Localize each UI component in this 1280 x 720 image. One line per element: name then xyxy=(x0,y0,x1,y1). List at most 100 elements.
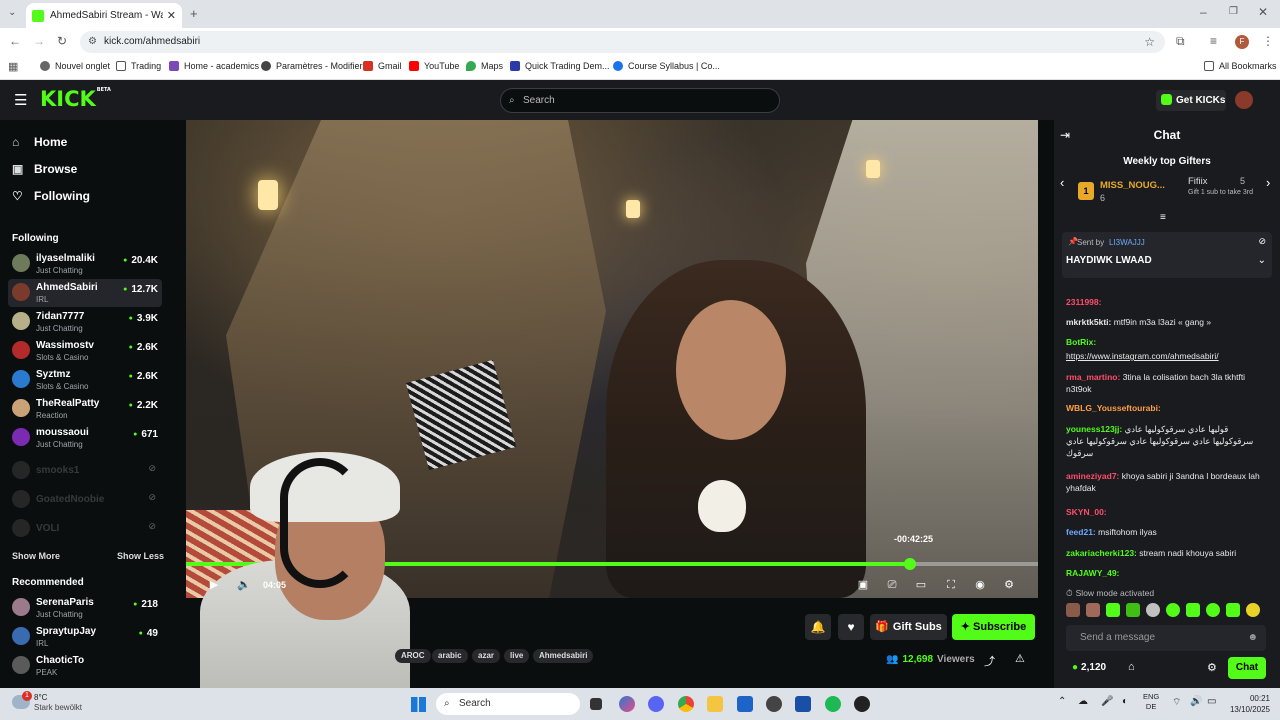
chat-username[interactable]: zakariacherki123: xyxy=(1066,548,1139,558)
weather-widget[interactable]: 1 8°C Stark bewölkt xyxy=(12,691,92,716)
bookmark-course-syllabus[interactable]: Course Syllabus | Co... xyxy=(613,61,720,71)
chat-settings-icon[interactable]: ⚙ xyxy=(1207,661,1217,674)
fullscreen-icon[interactable]: ⛶ xyxy=(944,578,958,592)
channel-spraytupjay[interactable]: SpraytupJayIRL49 xyxy=(8,623,162,651)
channel-serenaparis[interactable]: SerenaParisJust Chatting218 xyxy=(8,594,162,622)
onedrive-icon[interactable]: ☁ xyxy=(1078,696,1088,707)
show-less-button[interactable]: Show Less xyxy=(117,551,164,561)
volume-icon[interactable]: 🔊 xyxy=(1190,696,1202,707)
bookmark-youtube[interactable]: YouTube xyxy=(409,61,459,71)
taskbar-search[interactable]: ⌕ Search xyxy=(436,693,580,715)
send-message-input[interactable]: Send a message ☻ xyxy=(1066,625,1266,651)
expand-gifters-icon[interactable]: ≡ xyxy=(1160,212,1166,223)
channel-chaoticto[interactable]: ChaoticTo PEAK xyxy=(8,652,162,680)
pinned-message[interactable]: 📌 Sent by LI3WAJJJ ⊘ HAYDIWK LWAAD ⌄ xyxy=(1062,232,1272,278)
chat-username[interactable]: 2311998: xyxy=(1066,297,1101,307)
back-icon[interactable]: ← xyxy=(9,34,21,48)
mic-icon[interactable]: 🎤 xyxy=(1101,696,1113,707)
chat-username[interactable]: RAJAWY_49: xyxy=(1066,568,1119,578)
copilot-icon[interactable] xyxy=(619,696,635,712)
user-avatar[interactable] xyxy=(1235,91,1253,109)
chevron-down-icon[interactable]: ⌄ xyxy=(1258,255,1266,266)
channel-syztmz[interactable]: SyztmzSlots & Casino2.6K xyxy=(8,366,162,394)
emote-icon[interactable] xyxy=(1066,603,1080,617)
app-icon[interactable] xyxy=(766,696,782,712)
discord-icon[interactable] xyxy=(648,696,664,712)
nav-browse[interactable]: ▣ Browse xyxy=(12,162,77,176)
kick-logo[interactable]: KICKBETA xyxy=(40,87,111,111)
profile-avatar[interactable]: F xyxy=(1235,35,1249,49)
bookmark-parametres[interactable]: Paramètres - Modifier xyxy=(261,61,363,71)
windows-start-icon[interactable] xyxy=(411,697,426,712)
minimize-icon[interactable]: – xyxy=(1200,5,1207,19)
channel-therealpatty[interactable]: TheRealPattyReaction2.2K xyxy=(8,395,162,423)
chat-send-button[interactable]: Chat xyxy=(1228,657,1266,679)
tag-ahmedsabiri[interactable]: Ahmedsabiri xyxy=(533,649,594,663)
wifi-icon[interactable]: ⌔ xyxy=(1172,696,1181,709)
live-icon[interactable]: ◉ xyxy=(973,578,987,592)
chat-username[interactable]: mkrktk5kti: xyxy=(1066,317,1114,327)
show-more-button[interactable]: Show More xyxy=(12,551,60,561)
site-info-icon[interactable]: ⚙ xyxy=(88,31,97,53)
channel-ilyaselmaliki[interactable]: ilyaselmalikiJust Chatting20.4K xyxy=(8,250,162,278)
app-icon[interactable] xyxy=(854,696,870,712)
chat-username[interactable]: WBLG_Yousseftourabi: xyxy=(1066,403,1161,413)
bookmark-gmail[interactable]: Gmail xyxy=(363,61,402,71)
chat-username[interactable]: feed21: xyxy=(1066,527,1098,537)
url-field[interactable]: ⚙ kick.com/ahmedsabiri ☆ xyxy=(80,31,1165,53)
tag-aroc[interactable]: AROC xyxy=(395,649,431,663)
emote-icon[interactable] xyxy=(1206,603,1220,617)
channel-ahmedsabiri[interactable]: AhmedSabiriIRL12.7K xyxy=(8,279,162,307)
theater-mode-icon[interactable]: ▭ xyxy=(914,578,928,592)
tray-chevron-icon[interactable]: ⌃ xyxy=(1058,696,1066,707)
tag-arabic[interactable]: arabic xyxy=(432,649,468,663)
channel-wassimostv[interactable]: WassimostvSlots & Casino2.6K xyxy=(8,337,162,365)
maximize-icon[interactable]: ❐ xyxy=(1229,6,1238,17)
emote-icon[interactable] xyxy=(1186,603,1200,617)
chrome-icon[interactable] xyxy=(678,696,694,712)
app-icon[interactable] xyxy=(795,696,811,712)
nav-following[interactable]: ♡ Following xyxy=(12,189,90,203)
battery-icon[interactable]: ▭ xyxy=(1207,696,1216,707)
bookmark-star-icon[interactable]: ☆ xyxy=(1144,31,1155,53)
bookmark-trading[interactable]: Trading xyxy=(116,61,161,71)
bookmark-nouvel-onglet[interactable]: Nouvel onglet xyxy=(40,61,110,71)
close-window-icon[interactable]: ✕ xyxy=(1258,5,1268,19)
chat-username[interactable]: amineziyad7: xyxy=(1066,471,1122,481)
menu-icon[interactable]: ⋮ xyxy=(1262,34,1274,48)
follow-button[interactable]: ♥ xyxy=(838,614,864,640)
search-input[interactable]: ⌕ Search xyxy=(500,88,780,113)
emote-icon[interactable] xyxy=(1166,603,1180,617)
chat-username[interactable]: BotRix: xyxy=(1066,337,1096,347)
tag-azar[interactable]: azar xyxy=(472,649,501,663)
media-icon[interactable]: ≡ xyxy=(1210,34,1217,48)
share-icon[interactable]: ⤴ xyxy=(984,653,995,669)
subscribe-button[interactable]: ✦ Subscribe xyxy=(952,614,1035,640)
spotify-icon[interactable] xyxy=(825,696,841,712)
store-icon[interactable]: ⌂ xyxy=(1128,661,1135,673)
file-explorer-icon[interactable] xyxy=(707,696,723,712)
chat-username[interactable]: SKYN_00: xyxy=(1066,507,1107,517)
play-icon[interactable]: ▶ xyxy=(207,578,221,592)
all-bookmarks[interactable]: All Bookmarks xyxy=(1204,61,1277,71)
forward-icon[interactable]: → xyxy=(33,34,45,48)
chat-username[interactable]: youness123jj: xyxy=(1066,424,1125,434)
emote-icon[interactable] xyxy=(1126,603,1140,617)
close-tab-icon[interactable]: ✕ xyxy=(167,9,176,22)
channel-goatednoobie-offline[interactable]: GoatedNoobie ⊘ xyxy=(8,486,162,514)
language-indicator[interactable]: ENG DE xyxy=(1143,692,1159,712)
tray-icon[interactable]: ◐ xyxy=(1122,696,1128,707)
bookmark-home-academics[interactable]: Home - academics xyxy=(169,61,259,71)
get-kicks-button[interactable]: Get KICKs xyxy=(1156,90,1226,111)
apps-icon[interactable]: ▦ xyxy=(8,60,18,73)
clip-icon[interactable]: ⎚ xyxy=(885,578,899,592)
emoji-icon[interactable]: ☻ xyxy=(1247,625,1258,651)
tag-live[interactable]: live xyxy=(504,649,530,663)
hamburger-menu-icon[interactable]: ☰ xyxy=(14,91,27,109)
chat-username[interactable]: rma_martino: xyxy=(1066,372,1123,382)
task-view-icon[interactable] xyxy=(590,698,602,710)
report-icon[interactable]: ⚠ xyxy=(1015,652,1025,665)
channel-voli-offline[interactable]: VOLI ⊘ xyxy=(8,515,162,543)
hide-pin-icon[interactable]: ⊘ xyxy=(1258,236,1266,247)
new-tab-icon[interactable]: + xyxy=(190,6,198,21)
